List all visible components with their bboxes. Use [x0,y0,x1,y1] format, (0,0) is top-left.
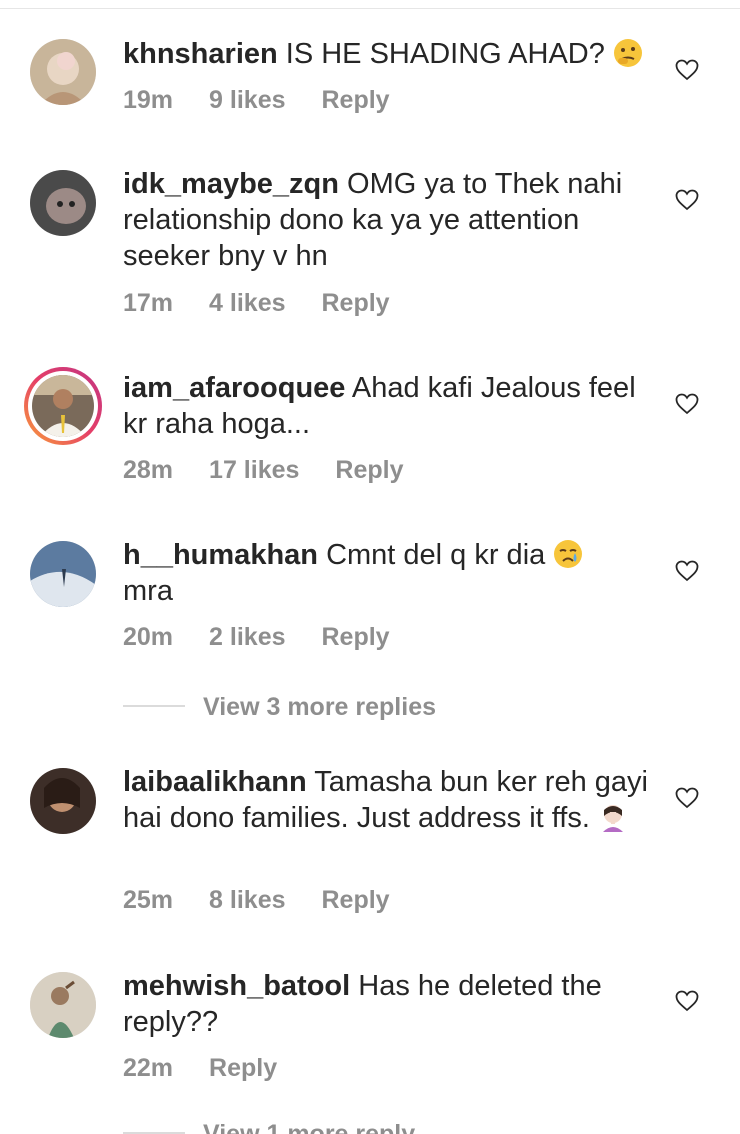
comment-username[interactable]: laibaalikhann [123,766,307,798]
avatar [32,375,94,437]
comment-meta: 28m 17 likes Reply [123,456,440,485]
comment-time: 19m [123,86,174,114]
comment-meta: 19m 9 likes Reply [123,86,426,115]
comment-text: laibaalikhann Tamasha bun ker reh gayi h… [123,764,653,836]
heart-icon[interactable] [675,990,699,1012]
reply-button[interactable]: Reply [209,1054,277,1082]
heart-icon[interactable] [675,560,699,582]
avatar[interactable] [30,972,96,1038]
reply-button[interactable]: Reply [322,886,390,914]
comment-meta: 22m Reply [123,1054,313,1083]
avatar-story-ring[interactable] [24,367,102,445]
comment-meta: 20m 2 likes Reply [123,623,426,652]
comment-likes[interactable]: 4 likes [209,289,285,317]
comment-likes[interactable]: 9 likes [209,86,285,114]
reply-button[interactable]: Reply [322,623,390,651]
avatar[interactable] [30,170,96,236]
reply-button[interactable]: Reply [322,289,390,317]
avatar-ring-inner [28,371,98,441]
avatar[interactable] [30,541,96,607]
comment-likes[interactable]: 8 likes [209,886,285,914]
crying-face-icon [553,539,583,569]
comment-body-continued: mra [123,575,173,607]
avatar[interactable] [30,39,96,105]
heart-icon[interactable] [675,393,699,415]
comment-username[interactable]: iam_afarooquee [123,372,345,404]
comment-username[interactable]: khnsharien [123,38,278,70]
view-more-label: View 1 more reply [203,1120,416,1134]
comment-meta: 25m 8 likes Reply [123,886,426,915]
comment-time: 17m [123,289,174,317]
comment-text: h__humakhan Cmnt del q kr dia mra [123,537,653,609]
avatar[interactable] [30,768,96,834]
heart-icon[interactable] [675,59,699,81]
top-divider [0,8,740,9]
comment-likes[interactable]: 2 likes [209,623,285,651]
view-more-divider [123,705,185,708]
view-more-label: View 3 more replies [203,693,436,721]
view-more-replies-button[interactable]: View 3 more replies [123,693,436,722]
heart-icon[interactable] [675,787,699,809]
comment-time: 20m [123,623,174,651]
comment-likes[interactable]: 17 likes [209,456,299,484]
comment-time: 25m [123,886,174,914]
comments-page: khnsharien IS HE SHADING AHAD? 19m 9 like… [0,0,740,1134]
comment-text: idk_maybe_zqn OMG ya to Thek nahi relati… [123,166,653,274]
comment-time: 28m [123,456,174,484]
face-palm-icon [598,802,628,832]
comment-username[interactable]: h__humakhan [123,539,318,571]
reply-button[interactable]: Reply [335,456,403,484]
heart-icon[interactable] [675,189,699,211]
comment-time: 22m [123,1054,174,1082]
comment-body: Cmnt del q kr dia [326,539,546,571]
comment-meta: 17m 4 likes Reply [123,289,426,318]
comment-text: mehwish_batool Has he deleted the reply?… [123,968,653,1040]
comment-text: khnsharien IS HE SHADING AHAD? [123,36,653,72]
view-more-reply-button[interactable]: View 1 more reply [123,1120,415,1134]
comment-username[interactable]: idk_maybe_zqn [123,168,339,200]
reply-button[interactable]: Reply [322,86,390,114]
thinking-face-icon [613,38,643,68]
comment-text: iam_afarooquee Ahad kafi Jealous feel kr… [123,370,653,442]
comment-body: IS HE SHADING AHAD? [285,38,605,70]
comment-username[interactable]: mehwish_batool [123,970,350,1002]
